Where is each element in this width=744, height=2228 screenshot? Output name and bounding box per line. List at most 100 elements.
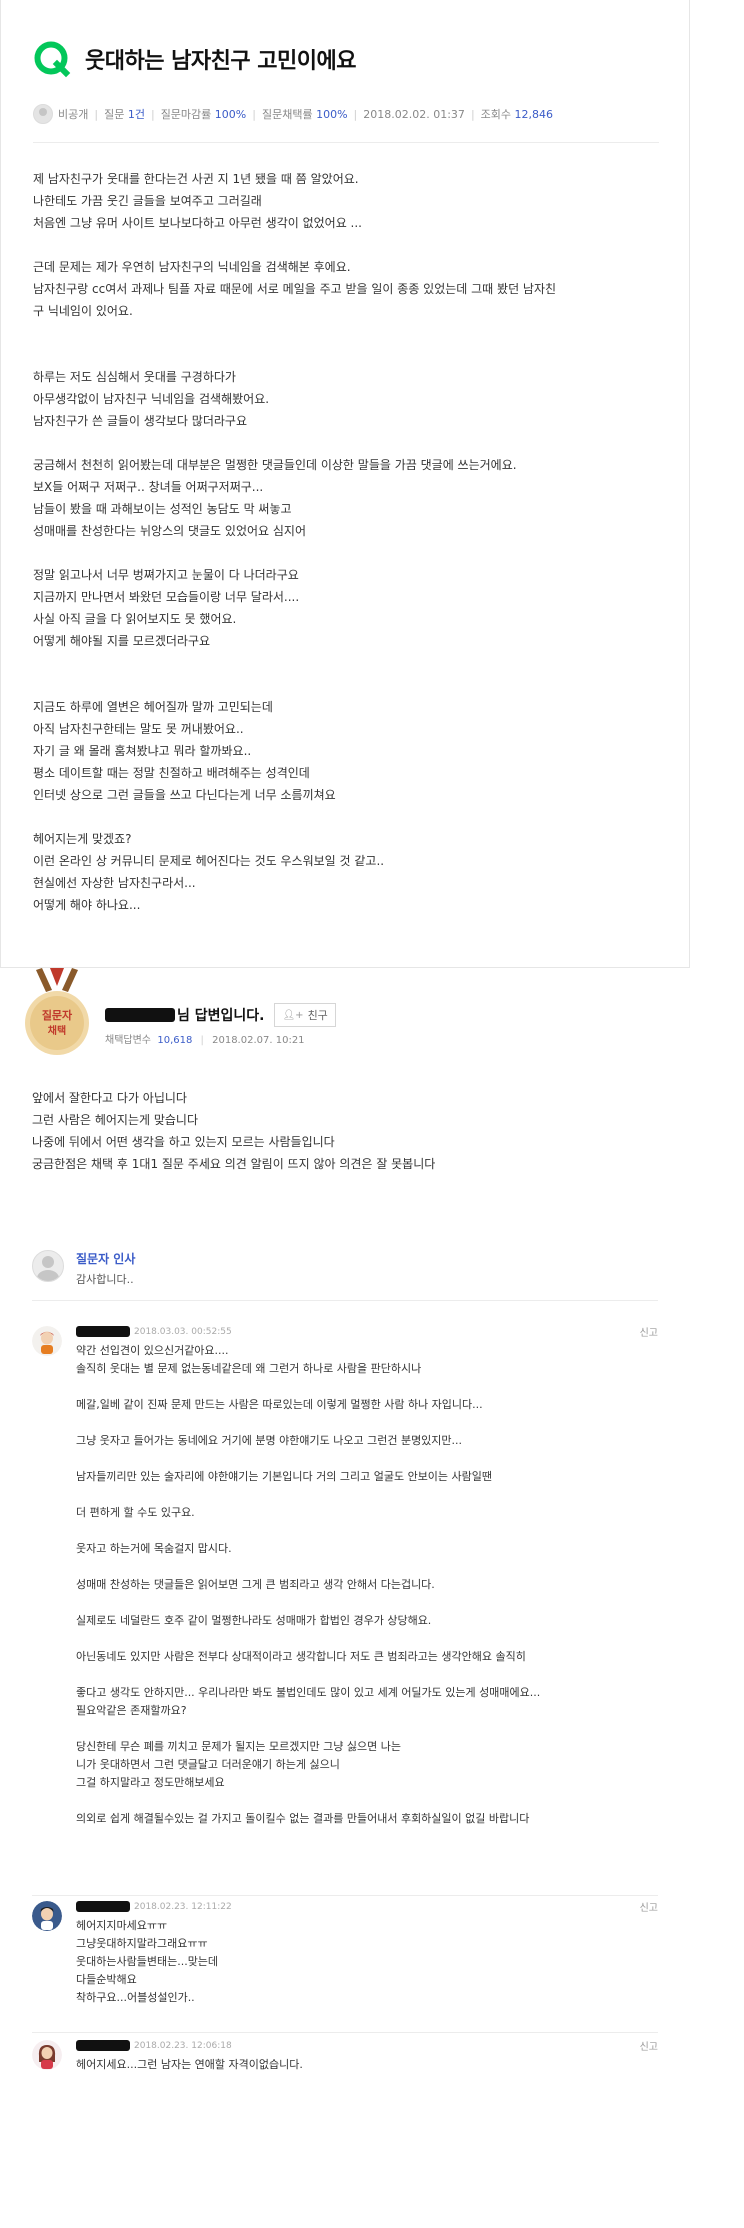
- redacted-username: [105, 1008, 175, 1022]
- user-avatar-icon: [32, 1250, 64, 1282]
- text-line: 어떻게 해야될 지를 모르겠더라구요: [33, 634, 211, 648]
- meta-separator: |: [150, 107, 155, 121]
- report-link[interactable]: 신고: [640, 1324, 658, 1339]
- text-line: 착하구요...어블성설인가..: [76, 1991, 195, 2004]
- text-line: 지금까지 만나면서 봐왔던 모습들이랑 너무 달라서....: [33, 590, 300, 604]
- greeting-text: 감사합니다..: [76, 1273, 134, 1286]
- text-line: 나중에 뒤에서 어떤 생각을 하고 있는지 모르는 사람들입니다: [32, 1135, 335, 1149]
- adopt-count[interactable]: 10,618: [157, 1035, 192, 1046]
- report-link[interactable]: 신고: [640, 1899, 658, 1914]
- close-rate: 100%: [214, 107, 247, 121]
- meta-separator: |: [94, 107, 99, 121]
- add-friend-label: 친구: [307, 1009, 328, 1022]
- text-line: 헤어지지마세요ㅠㅠ: [76, 1919, 168, 1932]
- comment-time: 2018.03.03. 00:52:55: [134, 1326, 232, 1337]
- text-line: 궁금한점은 채택 후 1대1 질문 주세요 의견 알림이 뜨지 않아 의견은 잘…: [32, 1157, 436, 1171]
- text-line: 더 편하게 할 수도 있구요.: [76, 1506, 195, 1519]
- text-line: 성매매 찬성하는 댓글들은 읽어보면 그게 큰 범죄라고 생각 안해서 다는겁니…: [76, 1578, 435, 1591]
- comment-time: 2018.02.23. 12:06:18: [134, 2040, 232, 2051]
- add-friend-icon: 👤︎+: [282, 1009, 304, 1021]
- close-rate-label: 질문마감률: [160, 108, 212, 121]
- comment-header: 2018.02.23. 12:11:22: [76, 1901, 232, 1912]
- user-avatar-icon: [33, 104, 53, 124]
- question-count[interactable]: 1건: [128, 106, 145, 122]
- adopt-rate-label: 질문채택률: [261, 108, 313, 121]
- answer-meta: 채택답변수 10,618 | 2018.02.07. 10:21: [105, 1031, 305, 1046]
- questioner-greeting: 질문자 인사 감사합니다..: [32, 1250, 135, 1287]
- comment-divider: [32, 2032, 658, 2033]
- comment-body: 헤어지지마세요ㅠㅠ 그냥웃대하지말라그래요ㅠㅠ 웃대하는사람들변태는...맞는데 다들…: [76, 1917, 651, 2007]
- comment-item: 2018.03.03. 00:52:55 신고 약간 선입견이 있으신거같아요.…: [32, 1326, 658, 1876]
- text-line: 앞에서 잘한다고 다가 아닙니다: [32, 1091, 187, 1105]
- question-meta: 비공개 | 질문 1건 | 질문마감률 100% | 질문채택률 100% | …: [33, 104, 553, 124]
- meta-separator: |: [200, 1035, 204, 1046]
- text-line: 약간 선입견이 있으신거같아요....: [76, 1344, 229, 1357]
- text-line: 아직 남자친구한테는 말도 못 꺼내봤어요..: [33, 722, 244, 736]
- question-card: 웃대하는 남자친구 고민이에요 비공개 | 질문 1건 | 질문마감률 100%…: [0, 0, 690, 968]
- commenter-avatar-icon: [32, 2040, 62, 2070]
- adopt-count-label: 채택답변수: [105, 1035, 151, 1046]
- question-divider: [33, 142, 659, 143]
- meta-separator: |: [470, 107, 475, 121]
- redacted-username: [76, 2040, 130, 2051]
- comment-divider: [32, 1895, 658, 1896]
- commenter-avatar-icon: [32, 1326, 62, 1356]
- adopted-medal-icon: 질문자 채택: [24, 968, 90, 1058]
- text-line: 좋다고 생각도 안하지만... 우리나라만 봐도 불법인데도 많이 있고 세계 …: [76, 1686, 541, 1699]
- text-line: 필요악같은 존재할까요?: [76, 1704, 187, 1717]
- text-line: 남들이 봤을 때 과해보이는 성적인 농담도 막 써놓고: [33, 502, 292, 516]
- text-line: 남자들끼리만 있는 술자리에 야한얘기는 기본입니다 거의 그리고 얼굴도 안보…: [76, 1470, 493, 1483]
- text-line: 그걸 하지말라고 정도만해보세요: [76, 1776, 225, 1789]
- text-line: 궁금해서 천천히 읽어봤는데 대부분은 멀쩡한 댓글들인데 이상한 말들을 가끔…: [33, 458, 517, 472]
- comment-header: 2018.03.03. 00:52:55: [76, 1326, 232, 1337]
- text-line: 현실에선 자상한 남자친구라서...: [33, 876, 196, 890]
- comment-item: 2018.02.23. 12:06:18 신고 헤어지세요...그런 남자는 연…: [32, 2040, 658, 2100]
- text-line: 아무생각없이 남자친구 닉네임을 검색해봤어요.: [33, 392, 270, 406]
- text-line: 자기 글 왜 몰래 훔쳐봤냐고 뭐라 할까봐요..: [33, 744, 252, 758]
- text-line: 남자친구가 쓴 글들이 생각보다 많더라구요: [33, 414, 247, 428]
- text-line: 웃대하는사람들변태는...맞는데: [76, 1955, 219, 1968]
- text-line: 성매매를 찬성한다는 뉘앙스의 댓글도 있었어요 심지어: [33, 524, 306, 538]
- text-line: 보X들 어쩌구 저쩌구.. 창녀들 어쩌구저쩌구...: [33, 480, 264, 494]
- text-line: 이런 온라인 상 커뮤니티 문제로 헤어진다는 것도 우스워보일 것 같고..: [33, 854, 385, 868]
- text-line: 웃자고 하는거에 목숨걸지 맙시다.: [76, 1542, 232, 1555]
- text-line: 어떻게 해야 하나요...: [33, 898, 141, 912]
- answer-datetime: 2018.02.07. 10:21: [212, 1035, 305, 1046]
- question-author: 비공개: [58, 108, 89, 121]
- text-line: 구 닉네임이 있어요.: [33, 304, 133, 318]
- question-count-label: 질문: [104, 108, 125, 121]
- comment-time: 2018.02.23. 12:11:22: [134, 1901, 232, 1912]
- meta-separator: |: [353, 107, 358, 121]
- question-datetime: 2018.02.02. 01:37: [363, 107, 465, 121]
- text-line: 메갈,일베 같이 진짜 문제 만드는 사람은 따로있는데 이렇게 멀쩡한 사람 …: [76, 1398, 483, 1411]
- text-line: 다들순박해요: [76, 1973, 137, 1986]
- answer-header: 님 답변입니다. 👤︎+ 친구: [105, 1003, 336, 1027]
- text-line: 그런 사람은 헤어지는게 맞습니다: [32, 1113, 199, 1127]
- text-line: 그냥 웃자고 들어가는 동네에요 거기에 분명 야한얘기도 나오고 그런건 분명…: [76, 1434, 463, 1447]
- text-line: 남자친구랑 cc여서 과제나 팀플 자료 때문에 서로 메일을 주고 받을 일이…: [33, 282, 557, 296]
- question-q-icon: [33, 40, 71, 78]
- medal-label-top: 질문자: [41, 1009, 73, 1022]
- report-link[interactable]: 신고: [640, 2038, 658, 2053]
- add-friend-button[interactable]: 👤︎+ 친구: [274, 1003, 336, 1027]
- text-line: 당신한테 무슨 폐를 끼치고 문제가 될지는 모르겠지만 그냥 싫으면 나는: [76, 1740, 401, 1753]
- text-line: 평소 데이트할 때는 정말 친절하고 배려해주는 성격인데: [33, 766, 310, 780]
- views-count: 12,846: [514, 107, 554, 121]
- comment-body: 약간 선입견이 있으신거같아요.... 솔직히 웃대는 별 문제 없는동네같은데 …: [76, 1342, 651, 1828]
- adopt-rate: 100%: [316, 107, 348, 121]
- commenter-avatar-icon: [32, 1901, 62, 1931]
